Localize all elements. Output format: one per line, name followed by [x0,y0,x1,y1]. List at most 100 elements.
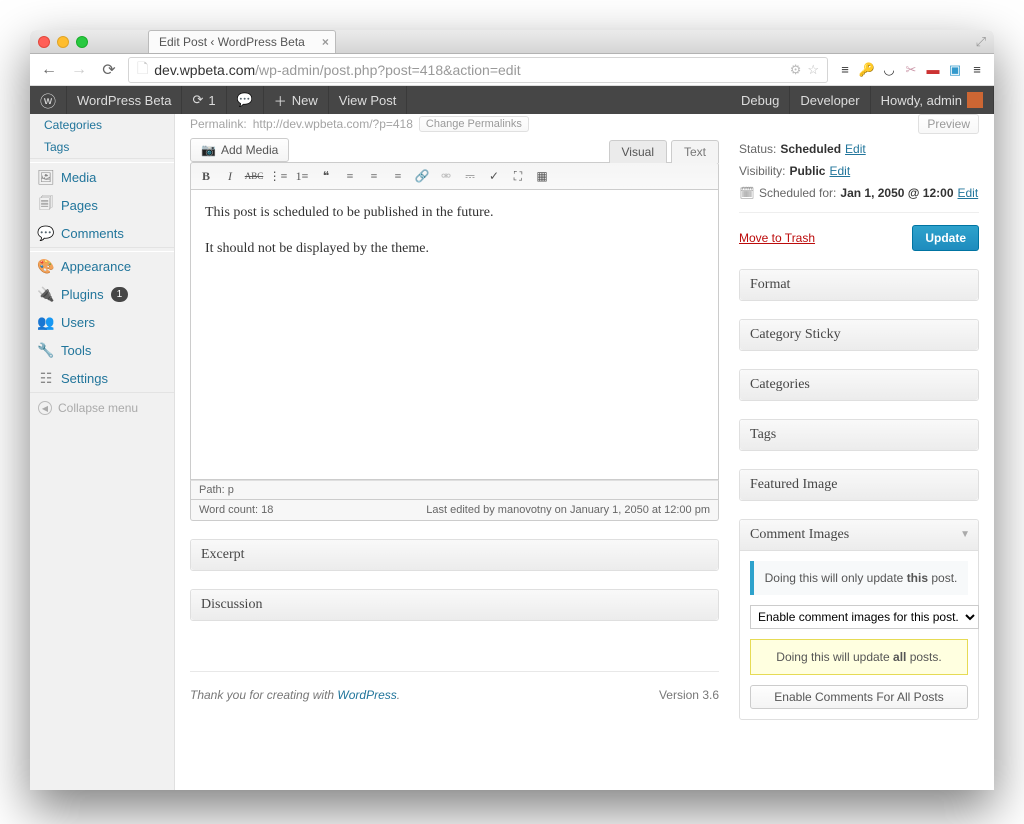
sidebar-item-users[interactable]: 👥Users [30,308,174,336]
sidebar-item-comments[interactable]: 💬Comments [30,219,174,247]
bookmark-star-icon[interactable]: ☆ [807,62,819,78]
schedule-edit-link[interactable]: Edit [958,186,979,200]
sidebar-item-media[interactable]: 🖼Media [30,163,174,191]
sidebar-item-appearance[interactable]: 🎨Appearance [30,252,174,280]
collapse-arrow-icon: ◀ [38,401,52,415]
ext-icon-pic[interactable]: ▣ [946,61,964,79]
italic-button[interactable]: I [219,166,241,186]
notice-all-posts: Doing this will update all posts. [750,639,968,675]
sidebar-item-plugins[interactable]: 🔌Plugins1 [30,280,174,308]
tab-close-icon[interactable]: × [322,35,329,49]
window-close-button[interactable] [38,36,50,48]
browser-tab[interactable]: Edit Post ‹ WordPress Beta × [148,30,336,53]
camera-icon: 📷 [201,143,216,157]
fullscreen-button[interactable]: ⛶ [507,166,529,186]
users-icon: 👥 [38,314,54,330]
kitchen-sink-button[interactable]: ▦ [531,166,553,186]
ext-icon-key[interactable]: 🔑 [858,61,876,79]
ext-icon-menu[interactable]: ≡ [968,61,986,79]
enable-comments-all-button[interactable]: Enable Comments For All Posts [750,685,968,709]
wp-logo-menu[interactable]: ⓦ [30,86,67,114]
window-zoom-button[interactable] [76,36,88,48]
settings-gear-icon[interactable]: ⚙ [790,62,802,78]
excerpt-metabox: Excerpt [190,539,719,571]
comments-menu[interactable]: 💬 [227,86,264,114]
last-edited: Last edited by manovotny on January 1, 2… [426,504,710,516]
bullet-list-button[interactable]: ⋮≡ [267,166,289,186]
ext-icon-stack[interactable]: ≡ [836,61,854,79]
numbered-list-button[interactable]: 1≡ [291,166,313,186]
comments-icon: 💬 [38,225,54,241]
sidebar-item-pages[interactable]: 🗐Pages [30,191,174,219]
excerpt-toggle[interactable]: Excerpt [191,540,718,570]
refresh-icon: ⟳ [192,92,203,108]
categories-toggle[interactable]: Categories [740,370,978,400]
strikethrough-button[interactable]: ABC [243,166,265,186]
nav-forward-button[interactable]: → [68,59,90,81]
ext-icon-pocket[interactable]: ◡ [880,61,898,79]
wp-admin-bar: ⓦ WordPress Beta ⟳1 💬 ＋New View Post Deb… [30,86,994,114]
sidebar-item-categories[interactable]: Categories [30,114,174,136]
bold-button[interactable]: B [195,166,217,186]
align-center-button[interactable]: ≡ [363,166,385,186]
unlink-button[interactable]: ⚮ [435,166,457,186]
status-value: Scheduled [780,142,841,156]
change-permalinks-button[interactable]: Change Permalinks [419,116,529,132]
category-sticky-toggle[interactable]: Category Sticky [740,320,978,350]
wordpress-logo-icon: ⓦ [40,88,56,112]
update-button[interactable]: Update [912,225,979,251]
preview-button[interactable]: Preview [918,114,979,134]
calendar-icon: 🗓 [739,186,755,200]
format-toggle[interactable]: Format [740,270,978,300]
move-to-trash-link[interactable]: Move to Trash [739,231,815,245]
ext-icon-mask[interactable]: ▬ [924,61,942,79]
discussion-toggle[interactable]: Discussion [191,590,718,620]
blockquote-button[interactable]: ❝ [315,166,337,186]
window-expand-icon[interactable]: ⤢ [976,34,986,50]
view-post-link[interactable]: View Post [329,86,408,114]
avatar [967,92,983,108]
editor-toolbar: B I ABC ⋮≡ 1≡ ❝ ≡ ≡ ≡ 🔗 ⚮ ⎓ ✓ ⛶ [190,162,719,190]
more-tag-button[interactable]: ⎓ [459,166,481,186]
link-button[interactable]: 🔗 [411,166,433,186]
site-name-menu[interactable]: WordPress Beta [67,86,182,114]
visibility-label: Visibility: [739,164,785,178]
address-bar[interactable]: 🗋 dev.wpbeta.com/wp-admin/post.php?post=… [128,57,828,83]
align-right-button[interactable]: ≡ [387,166,409,186]
collapse-menu-button[interactable]: ◀Collapse menu [30,392,174,423]
align-left-button[interactable]: ≡ [339,166,361,186]
featured-image-toggle[interactable]: Featured Image [740,470,978,500]
debug-menu[interactable]: Debug [731,86,790,114]
ext-icon-scissors[interactable]: ✂ [902,61,920,79]
visibility-value: Public [789,164,825,178]
my-account-menu[interactable]: Howdy, admin [871,86,994,114]
spellcheck-button[interactable]: ✓ [483,166,505,186]
nav-reload-button[interactable]: ⟳ [98,59,120,81]
visibility-edit-link[interactable]: Edit [829,164,850,178]
tags-toggle[interactable]: Tags [740,420,978,450]
word-count: Word count: 18 [199,504,273,516]
tab-visual[interactable]: Visual [609,140,667,163]
editor-textarea[interactable]: This post is scheduled to be published i… [190,190,719,480]
browser-tab-title: Edit Post ‹ WordPress Beta [159,35,305,49]
updates-menu[interactable]: ⟳1 [182,86,226,114]
new-content-menu[interactable]: ＋New [264,86,329,114]
sidebar-item-settings[interactable]: ☷Settings [30,364,174,392]
status-edit-link[interactable]: Edit [845,142,866,156]
mac-titlebar: Edit Post ‹ WordPress Beta × ⤢ [30,30,994,54]
url-domain: dev.wpbeta.com [154,62,255,78]
editor-path[interactable]: Path: p [190,480,719,500]
wordpress-link[interactable]: WordPress [337,688,396,702]
wp-version: Version 3.6 [659,688,719,702]
sidebar-item-tags[interactable]: Tags [30,136,174,158]
url-path: /wp-admin/post.php?post=418&action=edit [255,62,520,78]
nav-back-button[interactable]: ← [38,59,60,81]
developer-menu[interactable]: Developer [790,86,870,114]
window-minimize-button[interactable] [57,36,69,48]
sidebar-item-tools[interactable]: 🔧Tools [30,336,174,364]
browser-toolbar: ← → ⟳ 🗋 dev.wpbeta.com/wp-admin/post.php… [30,54,994,86]
comment-images-toggle[interactable]: Comment Images▼ [740,520,978,551]
comment-images-select[interactable]: Enable comment images for this post. [750,605,979,629]
tab-text[interactable]: Text [671,140,719,163]
add-media-button[interactable]: 📷Add Media [190,138,289,162]
